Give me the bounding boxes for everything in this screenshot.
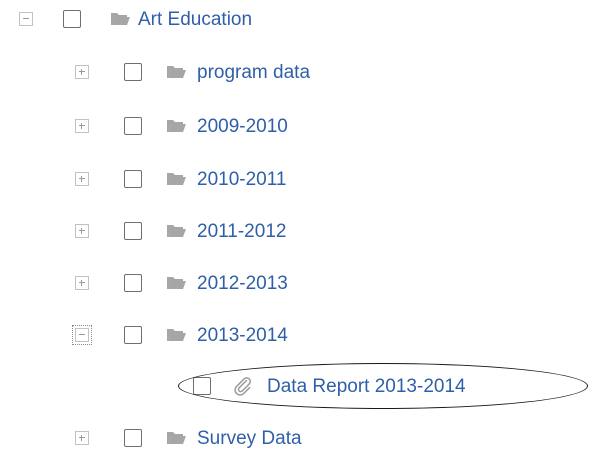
- tree-node-program-data: program data: [0, 59, 592, 89]
- expand-icon[interactable]: [75, 172, 89, 186]
- tree-node-label[interactable]: Data Report 2013-2014: [267, 376, 466, 398]
- folder-open-icon: [167, 66, 186, 78]
- tree-node-label[interactable]: 2013-2014: [197, 325, 288, 347]
- expand-icon[interactable]: [75, 119, 89, 133]
- tree-node-checkbox[interactable]: [124, 63, 142, 81]
- tree-node-checkbox[interactable]: [124, 326, 142, 344]
- expand-icon[interactable]: [75, 276, 89, 290]
- paperclip-icon: [234, 377, 251, 396]
- tree-node-label[interactable]: 2012-2013: [197, 273, 288, 295]
- tree-node-label[interactable]: Survey Data: [197, 428, 302, 450]
- expand-icon[interactable]: [75, 431, 89, 445]
- folder-open-icon: [167, 277, 186, 289]
- tree-node-checkbox[interactable]: [124, 222, 142, 240]
- tree-node-label[interactable]: 2009-2010: [197, 116, 288, 138]
- folder-open-icon: [111, 13, 130, 25]
- tree-node-checkbox[interactable]: [124, 170, 142, 188]
- tree-node-label[interactable]: 2011-2012: [197, 221, 286, 243]
- tree-node-art-education: Art Education: [0, 6, 592, 36]
- tree-node-label[interactable]: Art Education: [138, 9, 252, 31]
- tree-node-2012-2013: 2012-2013: [0, 270, 592, 300]
- tree-node-2013-2014: 2013-2014: [0, 322, 592, 352]
- tree-node-2009-2010: 2009-2010: [0, 113, 592, 143]
- tree-node-checkbox[interactable]: [193, 377, 211, 395]
- tree-node-label[interactable]: program data: [197, 62, 310, 84]
- folder-open-icon: [167, 432, 186, 444]
- folder-open-icon: [167, 329, 186, 341]
- tree-node-2011-2012: 2011-2012: [0, 218, 592, 248]
- expand-icon[interactable]: [75, 224, 89, 238]
- tree-node-checkbox[interactable]: [63, 10, 81, 28]
- folder-open-icon: [167, 225, 186, 237]
- collapse-icon[interactable]: [72, 325, 92, 345]
- tree-node-data-report-2013-2014: Data Report 2013-2014: [0, 373, 592, 403]
- tree-node-survey-data: Survey Data: [0, 425, 592, 455]
- tree-node-2010-2011: 2010-2011: [0, 166, 592, 196]
- tree-node-checkbox[interactable]: [124, 429, 142, 447]
- tree-node-checkbox[interactable]: [124, 117, 142, 135]
- folder-open-icon: [167, 120, 186, 132]
- folder-open-icon: [167, 173, 186, 185]
- expand-icon[interactable]: [75, 65, 89, 79]
- tree-node-label[interactable]: 2010-2011: [197, 169, 286, 191]
- file-tree: Art Education program data 2009-2010 201…: [0, 0, 592, 460]
- tree-node-checkbox[interactable]: [124, 274, 142, 292]
- collapse-icon[interactable]: [19, 12, 33, 26]
